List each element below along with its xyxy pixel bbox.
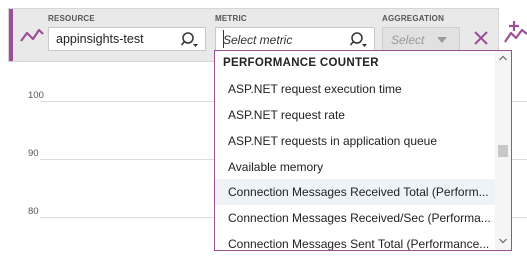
scroll-down-icon[interactable] [499,238,507,244]
metric-option[interactable]: Connection Messages Sent Total (Performa… [215,231,496,250]
metric-option[interactable]: ASP.NET request rate [215,102,496,128]
resource-value: appinsights-test [56,32,144,46]
metric-option[interactable]: Available memory [215,154,496,180]
resource-label: RESOURCE [48,14,95,23]
metric-option[interactable]: ASP.NET requests in application queue [215,128,496,154]
metric-chart-editor: 100 90 80 RESOURCE appinsights-test METR… [0,0,527,261]
search-icon[interactable] [181,31,199,49]
metric-dropdown: PERFORMANCE COUNTER ASP.NET request exec… [214,50,512,251]
aggregation-placeholder: Select [391,33,425,47]
metric-label: METRIC [215,14,247,23]
ytick-80: 80 [28,206,39,217]
ytick-100: 100 [28,90,44,101]
chevron-down-icon [437,37,447,43]
search-icon[interactable] [350,31,368,49]
accent-bar [9,9,13,61]
resource-field[interactable]: appinsights-test [48,27,206,51]
aggregation-label: AGGREGATION [382,14,445,23]
metric-placeholder: Select metric [223,33,293,47]
dropdown-group-header: PERFORMANCE COUNTER [223,57,379,69]
metric-option-highlighted[interactable]: Connection Messages Received Total (Perf… [215,179,496,205]
metric-option[interactable]: ASP.NET request execution time [215,76,496,102]
metric-option[interactable]: Connection Messages Received/Sec (Perfor… [215,205,496,231]
ytick-90: 90 [28,148,39,159]
scrollbar-thumb[interactable] [498,145,508,157]
close-icon[interactable] [472,29,490,47]
line-chart-icon [20,28,44,42]
dropdown-scrollbar[interactable] [495,51,511,250]
metric-field[interactable]: Select metric [215,27,375,51]
aggregation-select[interactable]: Select [382,27,460,51]
add-chart-icon[interactable] [502,20,527,46]
scroll-up-icon[interactable] [499,55,507,61]
